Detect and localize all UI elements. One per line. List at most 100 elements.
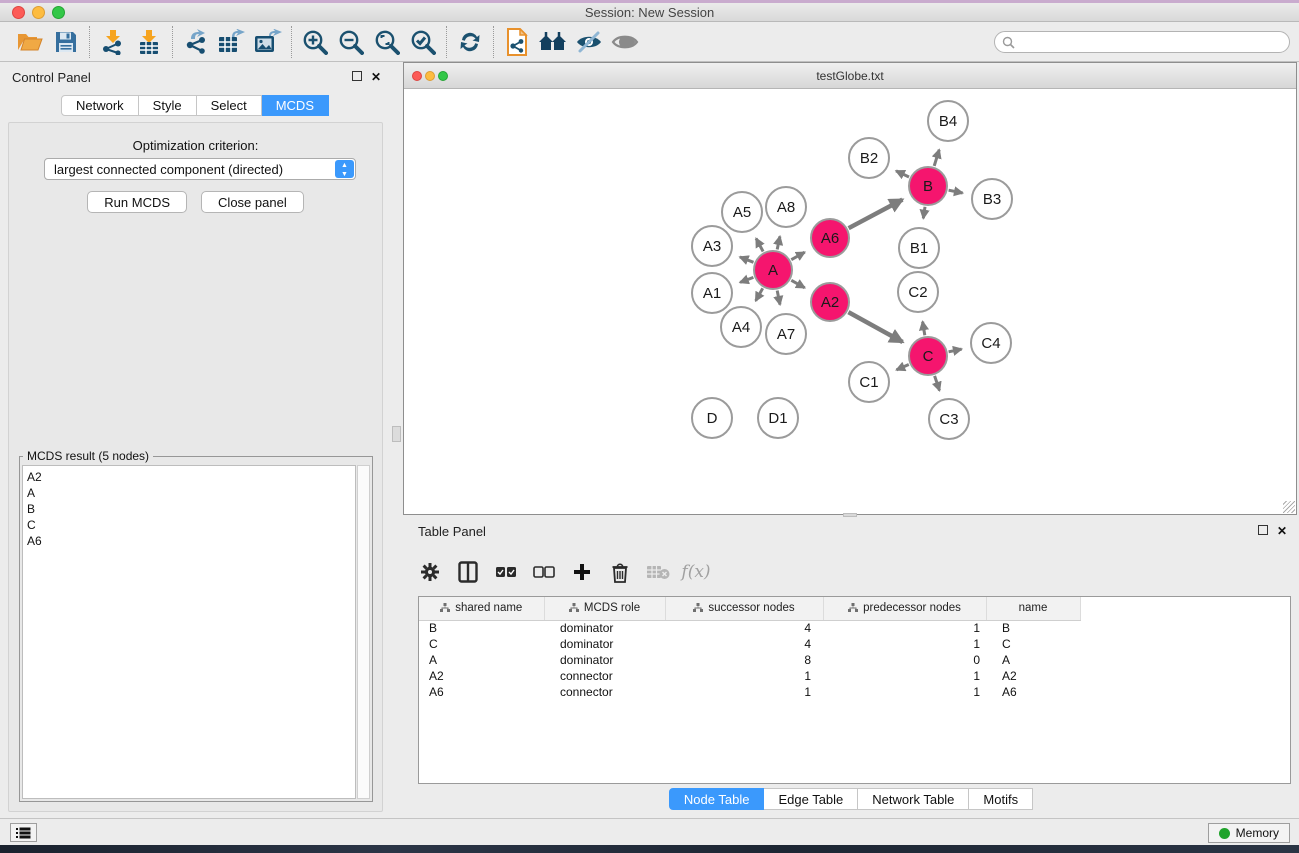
graph-node-A4[interactable]: A4: [720, 306, 762, 348]
open-folder-icon[interactable]: [12, 25, 48, 59]
table-cell[interactable]: 4: [665, 636, 823, 652]
node-table[interactable]: shared nameMCDS rolesuccessor nodesprede…: [418, 596, 1291, 784]
add-column-icon[interactable]: [570, 559, 594, 585]
show-eye-icon[interactable]: [607, 25, 643, 59]
delete-table-icon[interactable]: [646, 559, 670, 585]
column-header-predecessor-nodes[interactable]: predecessor nodes: [823, 597, 986, 620]
table-tab[interactable]: Edge Table: [764, 788, 858, 810]
export-image-icon[interactable]: [250, 25, 286, 59]
close-panel-icon[interactable]: ✕: [371, 71, 381, 83]
window-resize-grip[interactable]: [1283, 501, 1295, 513]
mcds-result-list[interactable]: A2ABCA6: [22, 465, 356, 799]
table-cell[interactable]: dominator: [544, 620, 665, 636]
refresh-icon[interactable]: [452, 25, 488, 59]
table-cell[interactable]: 1: [823, 620, 986, 636]
split-columns-icon[interactable]: [456, 559, 480, 585]
search-input[interactable]: [1019, 35, 1289, 49]
mcds-result-item[interactable]: A: [27, 485, 355, 501]
table-cell[interactable]: B: [419, 620, 544, 636]
graph-node-B4[interactable]: B4: [927, 100, 969, 142]
mcds-result-item[interactable]: B: [27, 501, 355, 517]
table-cell[interactable]: 1: [823, 636, 986, 652]
select-all-checkboxes-icon[interactable]: [494, 559, 518, 585]
zoom-selected-icon[interactable]: [405, 25, 441, 59]
network-window-title-bar[interactable]: testGlobe.txt: [404, 63, 1296, 89]
hide-eye-icon[interactable]: [571, 25, 607, 59]
graph-node-C3[interactable]: C3: [928, 398, 970, 440]
graph-node-A1[interactable]: A1: [691, 272, 733, 314]
vertical-split-divider[interactable]: [390, 62, 403, 818]
task-history-button[interactable]: [10, 823, 37, 842]
table-row[interactable]: Adominator80A: [419, 652, 1080, 668]
table-tab[interactable]: Motifs: [969, 788, 1033, 810]
graph-node-C2[interactable]: C2: [897, 271, 939, 313]
trash-icon[interactable]: [608, 559, 632, 585]
table-cell[interactable]: connector: [544, 684, 665, 700]
import-table-icon[interactable]: [131, 25, 167, 59]
graph-node-A2[interactable]: A2: [810, 282, 850, 322]
search-field[interactable]: [994, 31, 1290, 53]
table-cell[interactable]: connector: [544, 668, 665, 684]
table-tab[interactable]: Network Table: [858, 788, 969, 810]
float-table-panel-icon[interactable]: [1258, 525, 1268, 537]
table-cell[interactable]: A2: [419, 668, 544, 684]
graph-node-C4[interactable]: C4: [970, 322, 1012, 364]
memory-button[interactable]: Memory: [1208, 823, 1290, 843]
home-network-icon[interactable]: [535, 25, 571, 59]
import-network-icon[interactable]: [95, 25, 131, 59]
scrollbar-track[interactable]: [357, 465, 370, 799]
mcds-result-item[interactable]: A6: [27, 533, 355, 549]
export-table-icon[interactable]: [214, 25, 250, 59]
control-panel-tab[interactable]: MCDS: [262, 95, 329, 116]
deselect-all-checkboxes-icon[interactable]: [532, 559, 556, 585]
table-cell[interactable]: A2: [986, 668, 1080, 684]
float-panel-icon[interactable]: [352, 71, 362, 83]
graph-node-A[interactable]: A: [753, 250, 793, 290]
column-header-shared-name[interactable]: shared name: [419, 597, 544, 620]
graph-node-A7[interactable]: A7: [765, 313, 807, 355]
table-row[interactable]: A2connector11A2: [419, 668, 1080, 684]
table-cell[interactable]: 1: [665, 684, 823, 700]
export-network-icon[interactable]: [178, 25, 214, 59]
graph-node-A3[interactable]: A3: [691, 225, 733, 267]
table-cell[interactable]: 8: [665, 652, 823, 668]
zoom-out-icon[interactable]: [333, 25, 369, 59]
graph-node-D[interactable]: D: [691, 397, 733, 439]
function-builder-icon[interactable]: f(x): [684, 559, 708, 585]
table-cell[interactable]: C: [986, 636, 1080, 652]
gear-icon[interactable]: [418, 559, 442, 585]
network-canvas[interactable]: B4B2BB3A8A5A6A3B1AA1C2A2A4A7C4CC1C3DD1: [404, 89, 1296, 514]
table-cell[interactable]: 1: [823, 668, 986, 684]
graph-node-C[interactable]: C: [908, 336, 948, 376]
graph-node-D1[interactable]: D1: [757, 397, 799, 439]
horizontal-split-divider[interactable]: [843, 513, 857, 517]
control-panel-tab[interactable]: Style: [139, 95, 197, 116]
table-row[interactable]: Cdominator41C: [419, 636, 1080, 652]
graph-node-B1[interactable]: B1: [898, 227, 940, 269]
mcds-result-item[interactable]: C: [27, 517, 355, 533]
table-tab[interactable]: Node Table: [669, 788, 765, 810]
table-cell[interactable]: B: [986, 620, 1080, 636]
control-panel-tab[interactable]: Select: [197, 95, 262, 116]
graph-node-A5[interactable]: A5: [721, 191, 763, 233]
graph-node-B3[interactable]: B3: [971, 178, 1013, 220]
run-mcds-button[interactable]: Run MCDS: [87, 191, 187, 213]
table-cell[interactable]: A: [986, 652, 1080, 668]
table-cell[interactable]: 1: [665, 668, 823, 684]
close-table-panel-icon[interactable]: ✕: [1277, 525, 1287, 537]
column-header-successor-nodes[interactable]: successor nodes: [665, 597, 823, 620]
table-cell[interactable]: 0: [823, 652, 986, 668]
network-file-icon[interactable]: [499, 25, 535, 59]
control-panel-tab[interactable]: Network: [61, 95, 139, 116]
column-header-name[interactable]: name: [986, 597, 1080, 620]
graph-node-A8[interactable]: A8: [765, 186, 807, 228]
table-row[interactable]: A6connector11A6: [419, 684, 1080, 700]
table-cell[interactable]: A6: [986, 684, 1080, 700]
optimization-criterion-dropdown[interactable]: largest connected component (directed) ▲…: [44, 158, 356, 180]
zoom-in-icon[interactable]: [297, 25, 333, 59]
graph-node-B2[interactable]: B2: [848, 137, 890, 179]
table-cell[interactable]: 4: [665, 620, 823, 636]
mcds-result-item[interactable]: A2: [27, 469, 355, 485]
graph-node-B[interactable]: B: [908, 166, 948, 206]
table-row[interactable]: Bdominator41B: [419, 620, 1080, 636]
